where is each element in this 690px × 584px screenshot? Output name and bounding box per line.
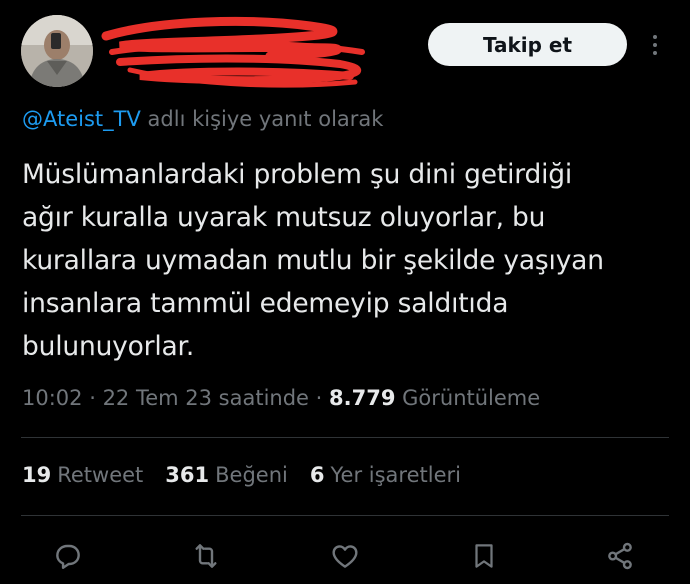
tweet-line: ağır kuralla uyarak mutsuz oluyorlar, bu: [22, 202, 546, 233]
views-count: 8.779: [329, 386, 396, 410]
tweet-line: Müslümanlardaki problem şu dini getirdiğ…: [22, 159, 573, 190]
likes-count: 361: [165, 463, 210, 487]
retweets-count: 19: [22, 463, 52, 487]
user-photo-avatar-icon: [21, 15, 93, 87]
retweet-icon[interactable]: [188, 538, 224, 574]
retweets-label: Retweet: [57, 463, 144, 487]
likes-stat[interactable]: 361 Beğeni: [165, 463, 288, 487]
meta-separator: ·: [308, 386, 330, 410]
tweet-meta: 10:02 · 22 Tem 23 saatinde · 8.779 Görün…: [22, 386, 540, 410]
divider: [21, 515, 669, 516]
reply-mention-link[interactable]: @Ateist_TV: [22, 107, 141, 131]
reply-icon[interactable]: [50, 538, 86, 574]
follow-button[interactable]: Takip et: [428, 23, 627, 66]
bookmarks-count: 6: [309, 463, 325, 487]
tweet-text: Müslümanlardaki problem şu dini getirdiğ…: [22, 153, 682, 368]
bookmarks-stat[interactable]: 6 Yer işaretleri: [310, 463, 461, 487]
action-bar: [0, 538, 690, 578]
tweet-line: bulunuyorlar.: [22, 331, 195, 362]
retweets-stat[interactable]: 19 Retweet: [22, 463, 143, 487]
meta-separator: ·: [82, 386, 103, 410]
reply-suffix: adlı kişiye yanıt olarak: [140, 107, 384, 131]
tweet-stats: 19 Retweet 361 Beğeni 6 Yer işaretleri: [22, 463, 461, 487]
divider: [21, 437, 669, 438]
like-icon[interactable]: [327, 538, 363, 574]
bookmark-icon[interactable]: [466, 538, 502, 574]
tweet-line: kurallara uymadan mutlu bir şekilde yaşı…: [22, 245, 604, 276]
avatar[interactable]: [21, 15, 93, 87]
redacted-name-scribble: [101, 16, 365, 88]
reply-context: @Ateist_TV adlı kişiye yanıt olarak: [22, 107, 383, 131]
likes-label: Beğeni: [215, 463, 288, 487]
share-icon[interactable]: [602, 538, 638, 574]
tweet-line: insanlara tammül edemeyip saldıtıda: [22, 288, 509, 319]
tweet-time[interactable]: 10:02: [22, 386, 83, 410]
views-label: Görüntüleme: [395, 386, 541, 410]
tweet-date[interactable]: 22 Tem 23 saatinde: [103, 386, 309, 410]
more-vertical-icon[interactable]: [645, 29, 665, 61]
bookmarks-label: Yer işaretleri: [330, 463, 461, 487]
